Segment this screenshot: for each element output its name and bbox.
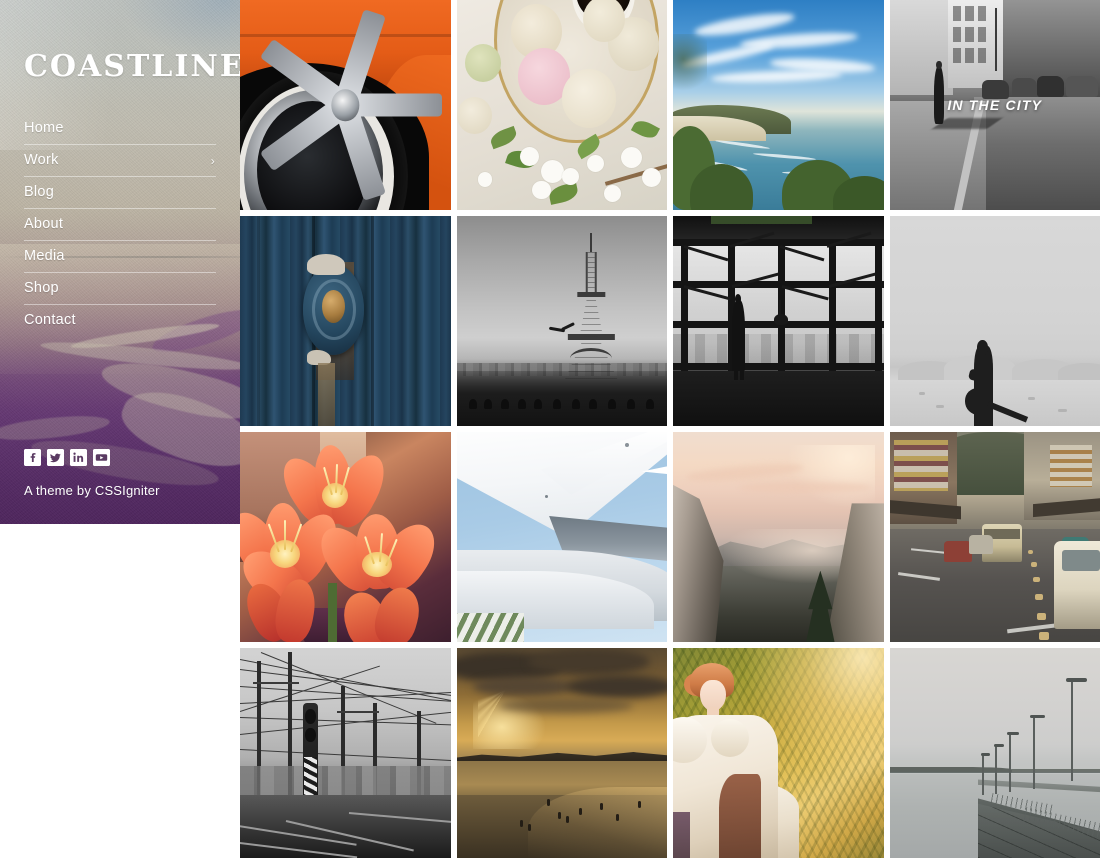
tile-image [240, 0, 451, 210]
tile-image [240, 432, 451, 642]
sidebar: COASTLINE Home Work › Blog About Media S… [0, 0, 240, 524]
gallery-tile-blue-door[interactable] [240, 216, 451, 426]
gallery-tile-eiffel-tower[interactable] [456, 216, 667, 426]
nav-label: Blog [24, 184, 55, 201]
gallery-tile-in-the-city[interactable]: IN THE CITY [889, 0, 1100, 210]
gallery-tile-orange-lilies[interactable] [240, 432, 451, 642]
nav-item-media[interactable]: Media [24, 240, 216, 272]
facebook-icon[interactable] [24, 449, 41, 466]
theme-byline: A theme by CSSIgniter [24, 483, 160, 498]
tile-image [889, 0, 1100, 210]
youtube-icon[interactable] [93, 449, 110, 466]
tile-image [889, 216, 1100, 426]
tile-image [673, 216, 884, 426]
gallery-grid: IN THE CITY [240, 0, 1100, 859]
nav-label: Home [24, 119, 64, 136]
nav-label: Media [24, 248, 65, 265]
nav-item-blog[interactable]: Blog [24, 176, 216, 208]
gallery-tile-railway[interactable] [240, 648, 451, 858]
gallery-tile-architecture[interactable] [456, 432, 667, 642]
gallery-tile-asian-street[interactable] [889, 432, 1100, 642]
chevron-right-icon: › [210, 153, 215, 168]
tile-image [456, 0, 667, 210]
site-logo[interactable]: COASTLINE [24, 0, 240, 82]
gallery-tile-desert-guitarist[interactable] [889, 216, 1100, 426]
linkedin-icon[interactable] [70, 449, 87, 466]
page-root: COASTLINE Home Work › Blog About Media S… [0, 0, 1100, 859]
tile-image [889, 648, 1100, 858]
gallery-tile-mountain-valley[interactable] [673, 432, 884, 642]
tile-image [673, 648, 884, 858]
nav-item-home[interactable]: Home [24, 112, 216, 144]
gallery-tile-vintage-dress[interactable] [673, 648, 884, 858]
tile-image [673, 432, 884, 642]
tile-image [456, 432, 667, 642]
primary-navigation: Home Work › Blog About Media Shop Contac… [24, 112, 216, 336]
gallery-tile-sunset-beach[interactable] [456, 648, 667, 858]
tile-image [673, 0, 884, 210]
tile-image [889, 432, 1100, 642]
tile-image [240, 216, 451, 426]
nav-item-contact[interactable]: Contact [24, 304, 216, 336]
nav-label: Shop [24, 280, 59, 297]
gallery-tile-coastal-bay[interactable] [673, 0, 884, 210]
gallery-tile-macarons[interactable] [456, 0, 667, 210]
tile-image [456, 216, 667, 426]
tile-image [240, 648, 451, 858]
gallery-tile-pier[interactable] [889, 648, 1100, 858]
nav-item-shop[interactable]: Shop [24, 272, 216, 304]
nav-label: Contact [24, 312, 76, 329]
social-links [24, 449, 110, 466]
nav-item-work[interactable]: Work › [24, 144, 216, 176]
tile-image [456, 648, 667, 858]
gallery-tile-station-silhouette[interactable] [673, 216, 884, 426]
nav-item-about[interactable]: About [24, 208, 216, 240]
twitter-icon[interactable] [47, 449, 64, 466]
nav-label: About [24, 216, 64, 233]
nav-label: Work [24, 152, 59, 169]
gallery-tile-car-wheel[interactable] [240, 0, 451, 210]
